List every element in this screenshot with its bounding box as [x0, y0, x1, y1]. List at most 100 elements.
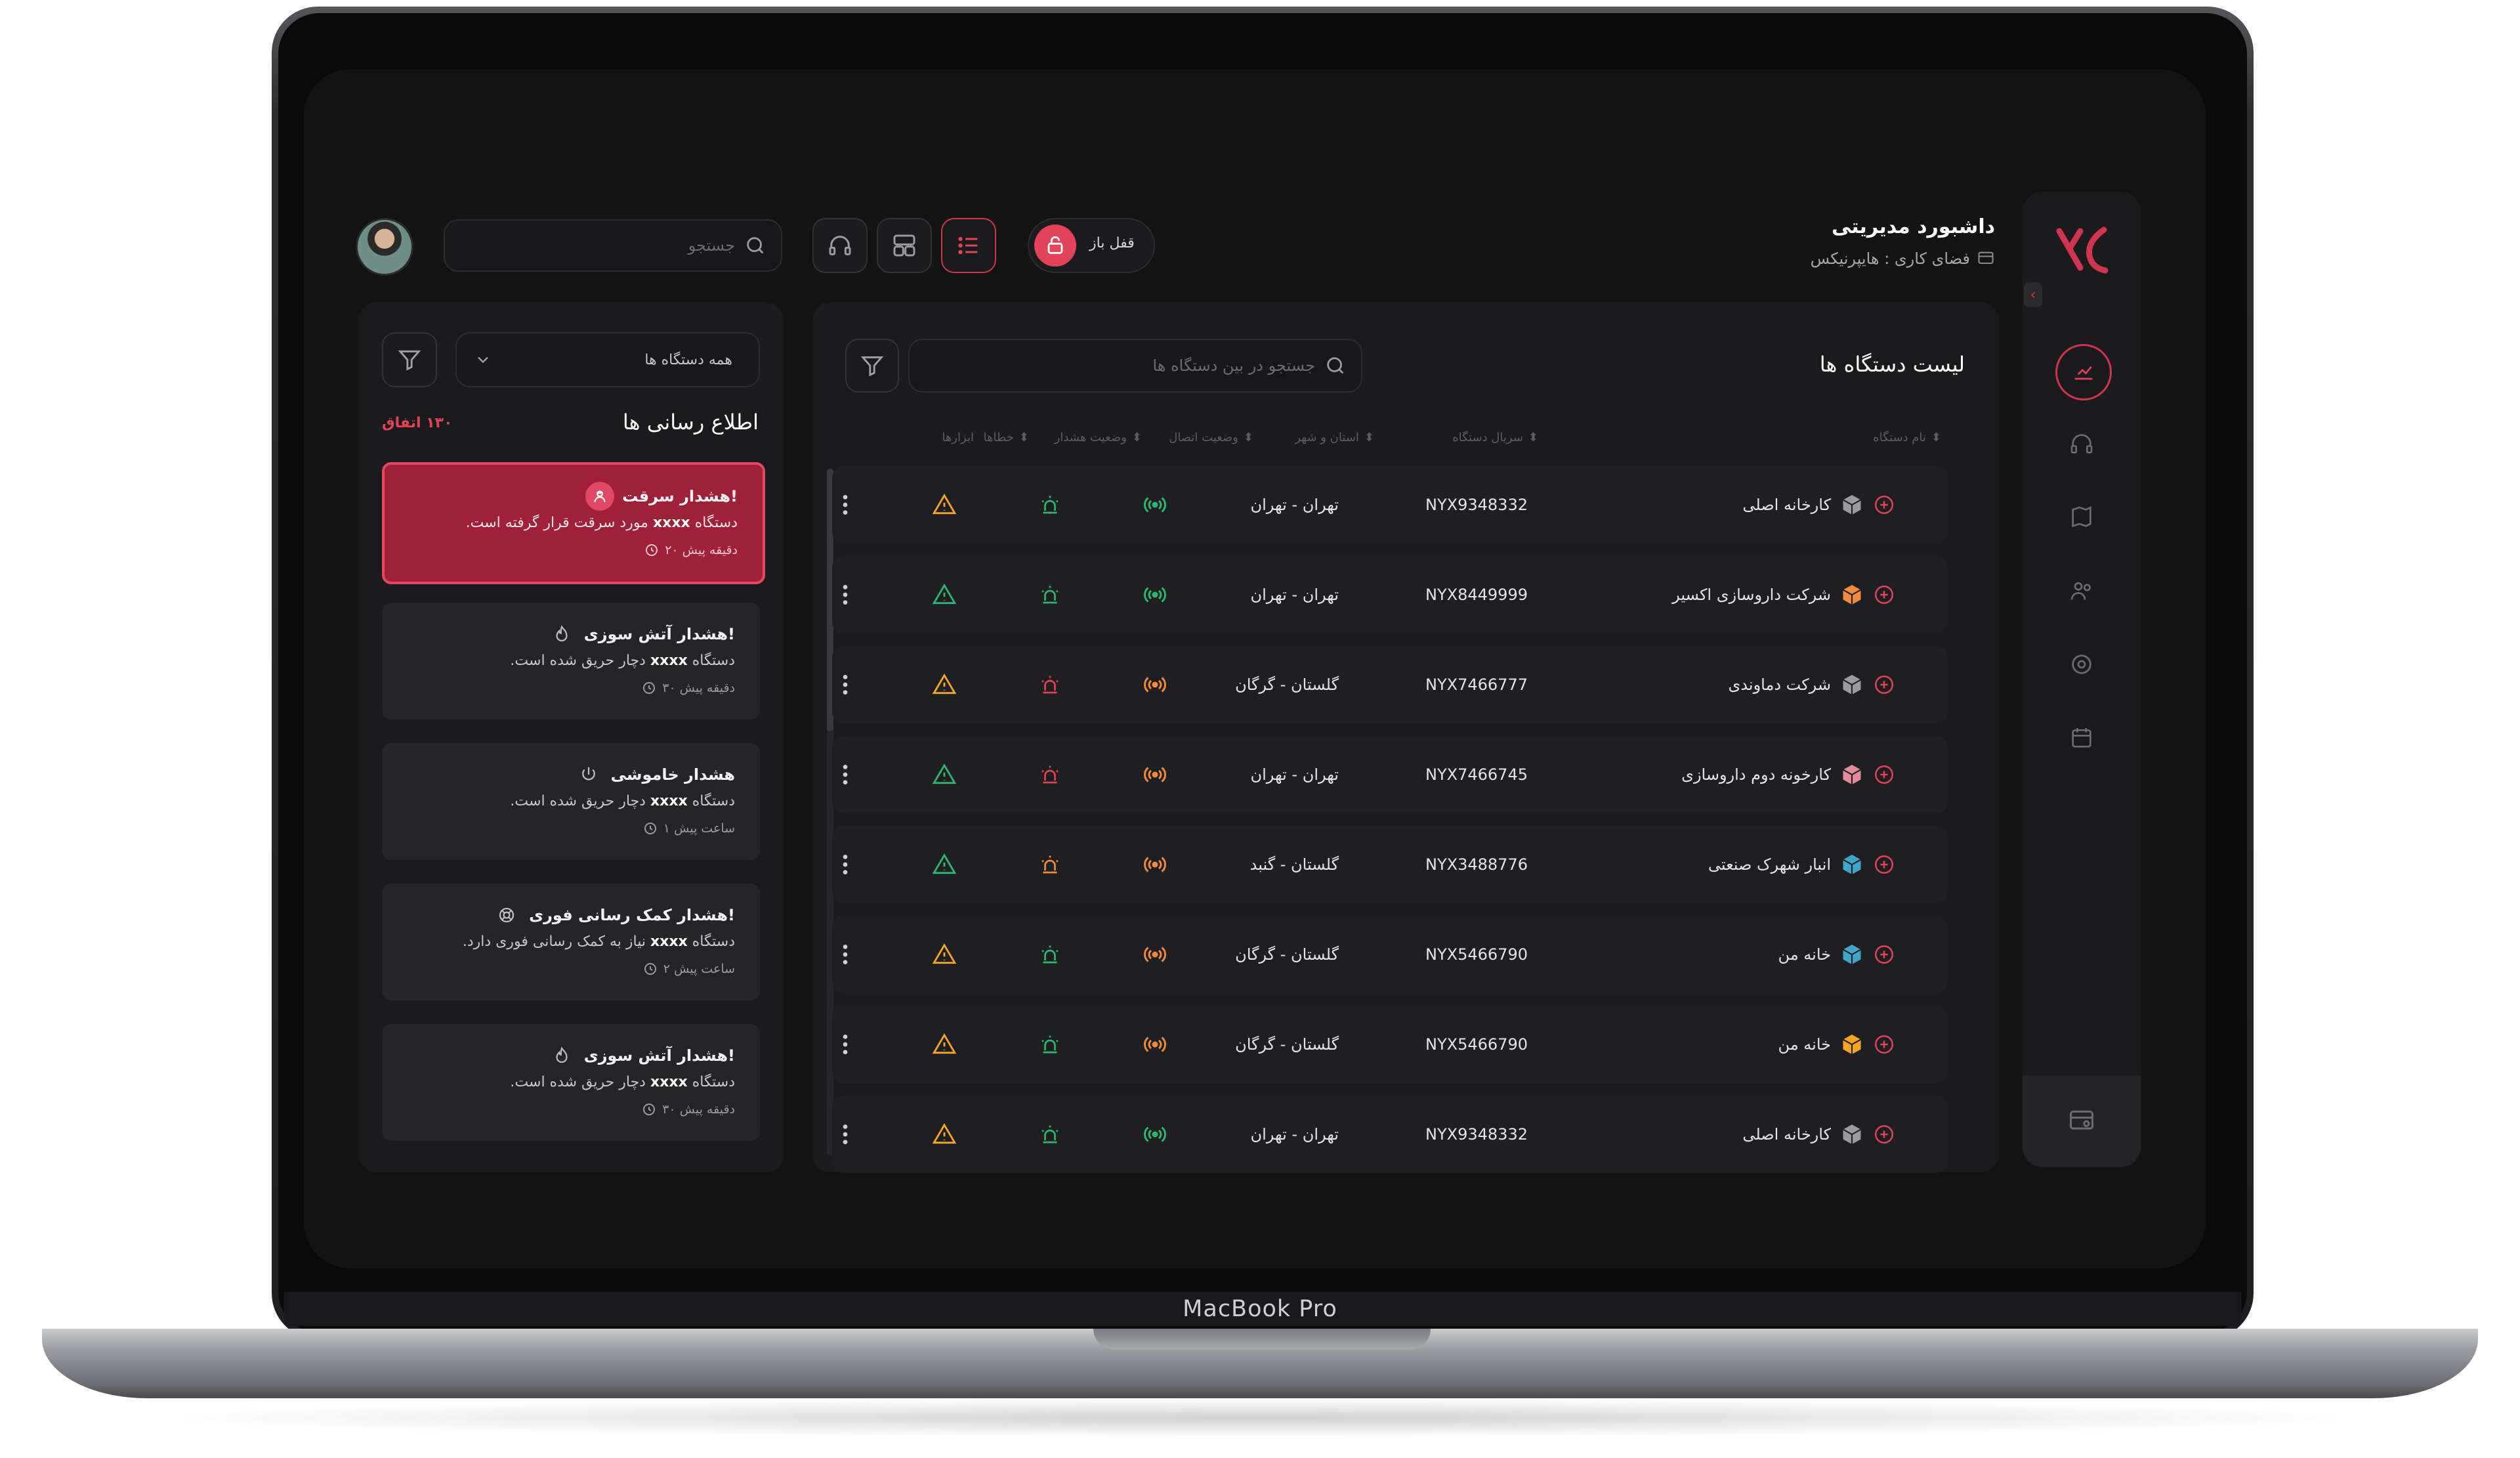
device-serial: NYX5466790 — [1425, 945, 1528, 964]
notifications-panel: همه دستگاه ها اطلاع رسانی ها ۱۳۰ اتفاق ه… — [358, 302, 784, 1172]
device-filter-select[interactable]: همه دستگاه ها — [455, 332, 760, 387]
notification-title: هشدار آتش سوزی! — [583, 625, 735, 643]
connection-status — [1143, 1096, 1167, 1173]
add-icon — [1874, 945, 1894, 964]
col-alarm: وضعیت هشدار ⬍ — [1054, 431, 1142, 444]
more-icon — [843, 675, 848, 695]
alarm-status — [1038, 646, 1062, 723]
col-connection: وضعیت اتصال ⬍ — [1169, 431, 1253, 444]
add-device-button[interactable] — [1873, 763, 1895, 786]
add-icon — [1874, 1035, 1894, 1054]
device-label: MacBook Pro — [1183, 1296, 1337, 1322]
notification-card[interactable]: هشدار آتش سوزی! دستگاه xxxx دچار حریق شده… — [382, 603, 760, 719]
notification-body: دستگاه xxxx مورد سرقت قرار گرفته است. — [465, 515, 738, 531]
device-name: انبار شهرک صنعتی — [1708, 855, 1831, 874]
clock-icon — [644, 963, 656, 975]
laptop-notch — [1093, 1329, 1431, 1350]
row-actions-button[interactable] — [836, 1006, 854, 1083]
table-row[interactable]: کارخانه اصلی NYX9348332 تهران - تهران — [832, 1096, 1948, 1173]
notification-card[interactable]: هشدار آتش سوزی! دستگاه xxxx دچار حریق شده… — [382, 1024, 760, 1141]
notification-card[interactable]: هشدار کمک رسانی فوری! دستگاه xxxx نیاز به… — [382, 884, 760, 1000]
cube-icon — [1842, 765, 1862, 784]
sidebar-item-map[interactable] — [2055, 491, 2108, 544]
add-device-button[interactable] — [1873, 584, 1895, 606]
add-device-button[interactable] — [1873, 1123, 1895, 1146]
collapse-sidebar-button[interactable]: ‹ — [2024, 282, 2042, 307]
search-icon — [747, 237, 764, 254]
row-actions-button[interactable] — [836, 556, 854, 633]
grid-view-button[interactable] — [877, 218, 932, 273]
power-icon — [581, 767, 595, 781]
row-actions-button[interactable] — [836, 646, 854, 723]
notification-time: ۱ ساعت پیش — [642, 821, 735, 836]
laptop-shadow — [131, 1398, 2389, 1438]
workspace-icon — [2070, 1110, 2093, 1130]
map-icon — [2072, 505, 2091, 528]
thief-icon — [594, 490, 606, 502]
row-actions-button[interactable] — [836, 1096, 854, 1173]
sidebar — [2023, 192, 2141, 1167]
workspace-icon — [1978, 251, 1994, 265]
notification-card[interactable]: هشدار سرقت! دستگاه xxxx مورد سرقت قرار گر… — [382, 462, 765, 584]
devices-title: لیست دستگاه ها — [1819, 352, 1965, 377]
devices-search-input[interactable]: جستجو در بین دستگاه ها — [908, 339, 1362, 393]
device-name-cell: کارخونه دوم داروسازی — [1681, 736, 1895, 813]
device-serial: NYX8449999 — [1425, 586, 1528, 604]
table-row[interactable]: خانه من NYX5466790 گلستان - گرگان — [832, 1006, 1948, 1083]
sidebar-item-settings[interactable] — [2055, 638, 2108, 691]
more-icon — [843, 945, 848, 964]
clock-icon — [643, 1104, 656, 1115]
notification-body: دستگاه xxxx دچار حریق شده است. — [510, 1074, 735, 1090]
add-device-button[interactable] — [1873, 674, 1895, 696]
table-row[interactable]: شرکت داروسازی اکسیر NYX8449999 تهران - تهر… — [832, 556, 1948, 633]
lock-toggle[interactable]: قفل باز — [1028, 218, 1155, 273]
warning-icon — [932, 583, 957, 605]
col-serial: سریال دستگاه ⬍ — [1452, 431, 1538, 444]
notification-card[interactable]: هشدار خاموشی دستگاه xxxx دچار حریق شده اس… — [382, 743, 760, 860]
sidebar-item-dashboard[interactable] — [2055, 344, 2112, 400]
avatar[interactable] — [356, 218, 413, 276]
support-button[interactable] — [812, 218, 868, 273]
more-icon — [843, 855, 848, 874]
device-location: گلستان - گرگان — [1235, 945, 1339, 964]
add-device-button[interactable] — [1873, 943, 1895, 966]
table-row[interactable]: شرکت دماوندی NYX7466777 گلستان - گرگان — [832, 646, 1948, 723]
users-icon — [2070, 582, 2091, 600]
add-icon — [1874, 585, 1894, 605]
add-device-button[interactable] — [1873, 1033, 1895, 1056]
sidebar-workspace[interactable] — [2023, 1075, 2141, 1167]
device-location: تهران - تهران — [1250, 496, 1339, 514]
table-row[interactable]: خانه من NYX5466790 گلستان - گرگان — [832, 916, 1948, 993]
notifications-filter-button[interactable] — [382, 332, 437, 387]
row-actions-button[interactable] — [836, 736, 854, 813]
sidebar-item-users[interactable] — [2055, 565, 2108, 617]
cube-icon — [1842, 945, 1862, 964]
sidebar-item-calendar[interactable] — [2055, 712, 2108, 764]
row-actions-button[interactable] — [836, 466, 854, 544]
add-device-button[interactable] — [1873, 853, 1895, 876]
table-row[interactable]: کارخونه دوم داروسازی NYX7466745 تهران - ته… — [832, 736, 1948, 813]
sidebar-item-headset[interactable] — [2055, 418, 2108, 470]
connection-status — [1143, 826, 1167, 903]
device-cube — [1840, 493, 1864, 517]
list-view-button[interactable] — [941, 218, 996, 273]
siren-icon — [1041, 765, 1059, 784]
row-actions-button[interactable] — [836, 826, 854, 903]
notification-time: ۳۰ دقیقه پیش — [641, 1102, 735, 1117]
devices-filter-button[interactable] — [845, 339, 899, 393]
row-actions-button[interactable] — [836, 916, 854, 993]
table-row[interactable]: انبار شهرک صنعتی NYX3488776 گلستان - گنبد — [832, 826, 1948, 903]
cube-icon — [1842, 1035, 1862, 1054]
devices-search-placeholder: جستجو در بین دستگاه ها — [1152, 356, 1315, 375]
connection-status — [1143, 646, 1167, 723]
signal-icon — [1143, 497, 1167, 513]
device-name: کارخانه اصلی — [1742, 496, 1831, 514]
table-row[interactable]: کارخانه اصلی NYX9348332 تهران - تهران — [832, 466, 1948, 544]
alarm-status — [1038, 556, 1062, 633]
more-icon — [843, 585, 848, 605]
device-location: گلستان - گرگان — [1235, 1035, 1339, 1054]
global-search-input[interactable]: جستجو — [444, 219, 782, 272]
signal-icon — [1143, 947, 1167, 962]
logo — [2054, 222, 2109, 277]
add-device-button[interactable] — [1873, 494, 1895, 516]
